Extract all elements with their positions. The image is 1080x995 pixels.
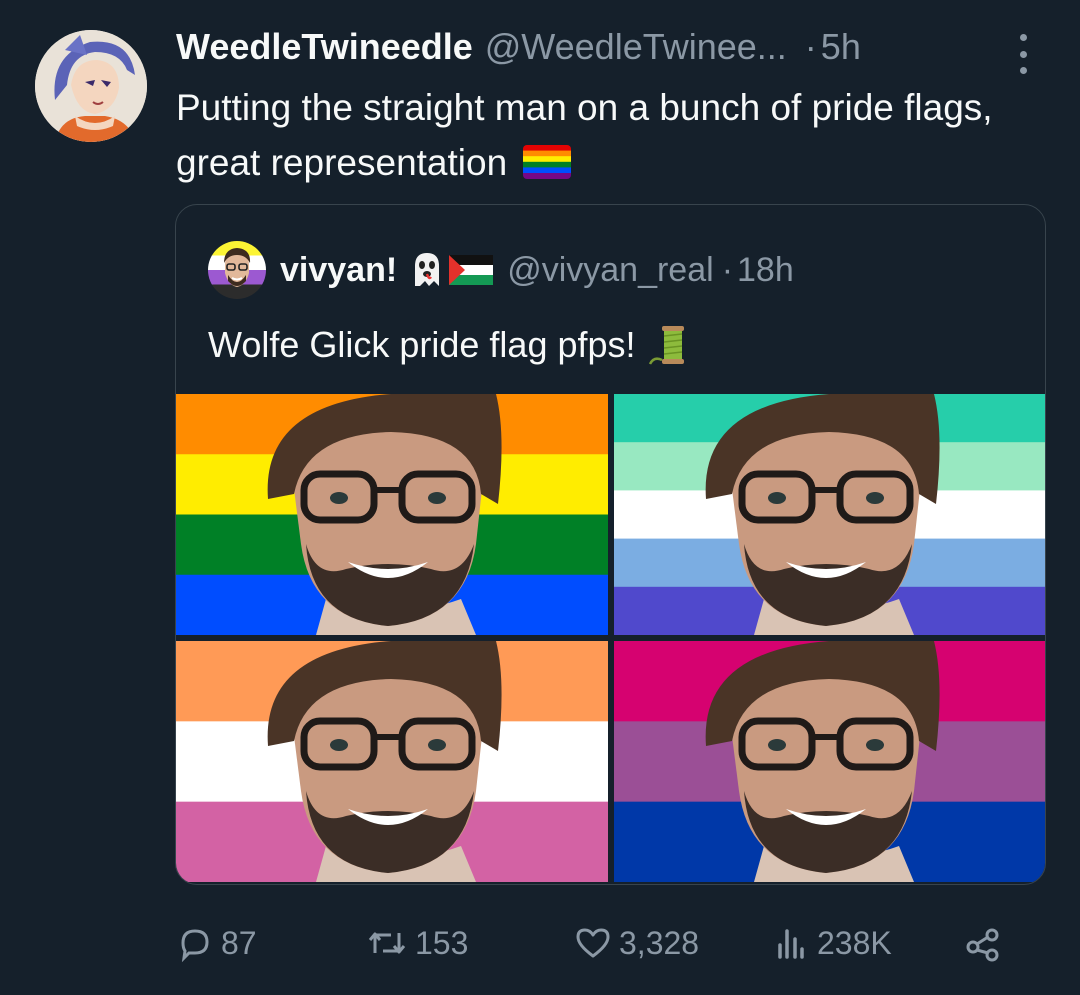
anime-character-avatar-icon: [35, 30, 147, 142]
views-chart-icon: [778, 929, 804, 959]
heart-icon: [576, 928, 610, 958]
repost-icon: [368, 932, 406, 954]
media-grid: [176, 394, 1045, 884]
share-icon: [966, 928, 999, 962]
tweet[interactable]: WeedleTwineedle @WeedleTwinee... · 5h Pu…: [0, 0, 1080, 995]
mlm-flag-pfp-image[interactable]: [614, 394, 1045, 635]
nonbinary-flag-avatar-icon: [208, 241, 266, 299]
like-count: 3,328: [619, 924, 700, 961]
thread-spool-emoji-icon: [646, 322, 692, 368]
more-options-icon[interactable]: [1010, 34, 1036, 74]
views-button[interactable]: 238K: [771, 915, 892, 971]
tweet-header: WeedleTwineedle @WeedleTwinee... · 5h: [176, 22, 1056, 72]
quoted-tweet[interactable]: vivyan! @vivyan_real · 18h Wolfe Glick p…: [175, 204, 1046, 885]
quoted-tweet-text: Wolfe Glick pride flag pfps!: [208, 317, 692, 373]
quoted-author-display-name[interactable]: vivyan!: [280, 251, 397, 290]
quoted-tweet-header: vivyan! @vivyan_real · 18h: [208, 240, 1028, 300]
share-button[interactable]: [963, 915, 1003, 971]
rainbow-flag-emoji-icon: [523, 145, 572, 179]
tweet-text-content: Putting the straight man on a bunch of p…: [176, 87, 993, 183]
quoted-author-handle[interactable]: @vivyan_real: [507, 251, 714, 290]
separator-dot: ·: [804, 26, 817, 67]
author-avatar[interactable]: [35, 30, 147, 142]
author-handle[interactable]: @WeedleTwinee...: [485, 26, 787, 68]
bisexual-flag-pfp-image[interactable]: [614, 641, 1045, 882]
palestine-flag-emoji-icon: [449, 255, 494, 285]
quoted-tweet-timestamp[interactable]: 18h: [737, 251, 794, 290]
quoted-tweet-text-content: Wolfe Glick pride flag pfps!: [208, 324, 636, 365]
author-display-name[interactable]: WeedleTwineedle: [176, 26, 473, 68]
reply-count: 87: [221, 924, 257, 961]
rainbow-flag-pfp-image[interactable]: [176, 394, 608, 635]
reply-button[interactable]: 87: [175, 915, 257, 971]
ghost-emoji-icon: [407, 250, 447, 290]
separator-dot: ·: [721, 250, 734, 289]
views-count: 238K: [817, 924, 892, 961]
tweet-action-bar: 87 153 3,328 238K: [175, 915, 1035, 971]
repost-count: 153: [415, 924, 469, 961]
lesbian-flag-pfp-image[interactable]: [176, 641, 608, 882]
repost-button[interactable]: 153: [365, 915, 468, 971]
tweet-timestamp[interactable]: 5h: [821, 26, 861, 68]
quoted-author-avatar[interactable]: [208, 241, 266, 299]
like-button[interactable]: 3,328: [573, 915, 699, 971]
reply-icon: [181, 929, 209, 963]
tweet-text: Putting the straight man on a bunch of p…: [176, 80, 1036, 190]
